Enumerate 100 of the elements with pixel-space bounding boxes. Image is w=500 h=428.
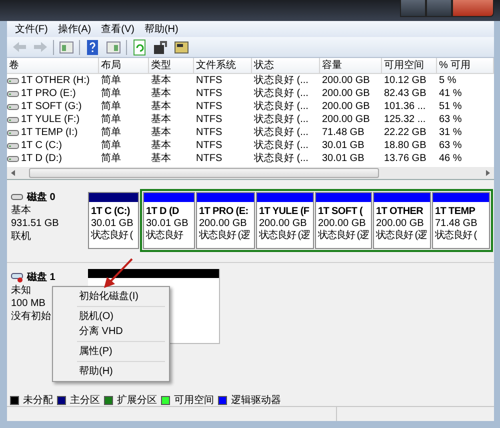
table-cell-text: 状态良好 (...: [253, 74, 310, 88]
table-cell-text: 状态良好 (...: [253, 112, 310, 126]
partition-block[interactable]: 1T D (D 30.01 GB 状态良好: [143, 192, 195, 249]
close-button[interactable]: [452, 0, 494, 17]
drive-icon: [7, 116, 19, 124]
menu-item[interactable]: 查看(V): [99, 22, 142, 36]
partition-block[interactable]: 1T SOFT ( 200.00 GB 状态良好 (逻: [315, 192, 372, 249]
help-icon[interactable]: [84, 38, 101, 56]
table-cell-text: 基本: [150, 86, 172, 100]
table-cell-text: 1T YULE (F:): [20, 113, 81, 127]
menu-item[interactable]: 属性(P): [55, 344, 167, 359]
column-header[interactable]: 可用空间: [382, 58, 437, 74]
scrollbar-thumb[interactable]: [29, 168, 379, 178]
column-header[interactable]: 类型: [149, 58, 194, 74]
table-cell-text: 状态良好 (...: [253, 138, 310, 152]
table-cell-text: NTFS: [195, 139, 224, 153]
table-cell-text: 1T C (C:): [20, 139, 63, 153]
table-cell-text: 200.00 GB: [321, 113, 371, 127]
legend-label: 逻辑驱动器: [231, 394, 281, 408]
minimize-button[interactable]: [400, 0, 426, 17]
menu-item[interactable]: 操作(A): [56, 22, 100, 36]
partition-info: 状态良好 (逻: [318, 230, 369, 242]
table-cell-text: 状态良好 (...: [253, 126, 310, 140]
table-cell-text: 30.01 GB: [321, 152, 366, 166]
window-icon[interactable]: [58, 38, 75, 56]
disk-info: 没有初始: [11, 310, 51, 323]
table-cell-text: 1T SOFT (G:): [20, 100, 83, 114]
table-cell-text: 22.22 GB: [383, 126, 428, 140]
disk-info: 基本: [11, 204, 31, 217]
partition-info: 200.00 GB: [376, 218, 424, 230]
menu-item[interactable]: 脱机(O): [55, 309, 167, 324]
column-header[interactable]: 状态: [252, 58, 320, 74]
drive-icon: [7, 76, 19, 84]
partition-name: 1T OTHER: [376, 206, 424, 218]
table-cell-text: 10.12 GB: [383, 74, 428, 88]
partition-block[interactable]: 1T TEMP 71.48 GB 状态良好 (: [432, 192, 490, 249]
table-cell-text: 简单: [100, 74, 122, 88]
table-cell-text: NTFS: [195, 100, 224, 114]
partition-block[interactable]: 1T YULE (F 200.00 GB 状态良好 (逻: [256, 192, 314, 249]
partition-info: 200.00 GB: [199, 218, 247, 230]
column-header[interactable]: 卷: [7, 58, 99, 74]
table-cell-text: 基本: [150, 152, 172, 166]
drive-icon: [7, 102, 19, 110]
partition-name: 1T D (D: [146, 206, 179, 218]
table-cell-text: 基本: [150, 112, 172, 126]
disk-name: 磁盘 1: [27, 271, 56, 284]
disk-error-icon: [11, 272, 24, 283]
partition-info: 状态良好 (: [435, 230, 476, 242]
table-cell-text: 125.32 ...: [383, 113, 427, 127]
partition-name: 1T SOFT (: [318, 206, 363, 218]
partition-info: 200.00 GB: [318, 218, 366, 230]
partition-info: 30.01 GB: [91, 218, 134, 230]
table-cell-text: 51 %: [438, 100, 463, 114]
table-cell-text: 18.80 GB: [383, 139, 428, 153]
table-cell-text: 1T OTHER (H:): [20, 74, 91, 88]
table-cell-text: 简单: [100, 100, 122, 114]
table-cell-text: 状态良好 (...: [253, 100, 310, 114]
menu-item[interactable]: 文件(F): [13, 22, 56, 36]
table-cell-text: NTFS: [195, 126, 224, 140]
partition-block[interactable]: 1T PRO (E: 200.00 GB 状态良好 (逻: [196, 192, 255, 249]
partition-info: 30.01 GB: [146, 218, 188, 230]
table-cell-text: 31 %: [438, 126, 463, 140]
menu-item[interactable]: 帮助(H): [55, 364, 167, 379]
legend-label: 未分配: [23, 394, 53, 408]
partition-info: 200.00 GB: [259, 218, 307, 230]
column-header[interactable]: 布局: [99, 58, 149, 74]
table-cell-text: 1T TEMP (I:): [20, 126, 79, 140]
table-cell-text: NTFS: [195, 113, 224, 127]
table-cell-text: 状态良好 (...: [253, 86, 310, 100]
menu-item[interactable]: 分离 VHD: [55, 324, 167, 339]
partition-block[interactable]: 1T C (C:) 30.01 GB 状态良好 (: [88, 192, 139, 249]
partition-info: 状态良好 (逻: [376, 230, 427, 242]
maximize-button[interactable]: [426, 0, 452, 17]
column-header[interactable]: % 可用: [437, 58, 494, 74]
table-cell-text: 5 %: [438, 74, 458, 88]
table-cell-text: 基本: [150, 100, 172, 114]
legend-label: 可用空间: [174, 394, 214, 408]
pointer-arrow: [101, 257, 135, 291]
column-header[interactable]: 容量: [320, 58, 382, 74]
menu-item[interactable]: 帮助(H): [142, 22, 186, 36]
partition-block[interactable]: 1T OTHER 200.00 GB 状态良好 (逻: [373, 192, 431, 249]
menu-item[interactable]: 初始化磁盘(I): [55, 289, 167, 304]
window-icon[interactable]: [105, 38, 122, 56]
table-cell-text: 101.36 ...: [383, 100, 427, 114]
disk-name: 磁盘 0: [27, 191, 56, 204]
legend-label: 扩展分区: [117, 394, 157, 408]
partition-info: 状态良好 (逻: [199, 230, 250, 242]
table-cell-text: 30.01 GB: [321, 139, 366, 153]
table-cell-text: 简单: [100, 112, 122, 126]
table-cell-text: 13.76 GB: [383, 152, 428, 166]
table-cell-text: 简单: [100, 138, 122, 152]
table-cell-text: NTFS: [195, 87, 224, 101]
drive-icon: [7, 142, 19, 150]
disk-info: 931.51 GB: [11, 217, 59, 230]
table-cell-text: 200.00 GB: [321, 87, 371, 101]
table-cell-text: 200.00 GB: [321, 74, 371, 88]
table-cell-text: 63 %: [438, 139, 463, 153]
partition-name: 1T YULE (F: [259, 206, 310, 218]
table-cell-text: 基本: [150, 126, 172, 140]
column-header[interactable]: 文件系统: [194, 58, 252, 74]
